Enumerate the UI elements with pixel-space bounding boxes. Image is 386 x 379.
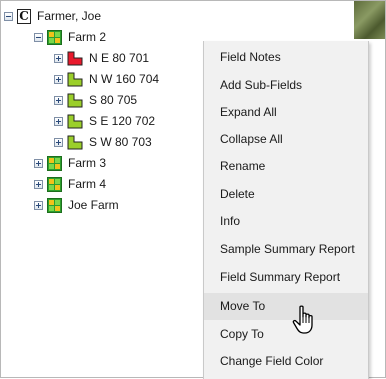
expand-toggle-icon[interactable] [54,95,63,105]
farm-label[interactable]: Farm 2 [66,29,108,45]
expand-toggle-icon[interactable] [34,179,43,189]
hand-pointer-icon [292,305,313,334]
context-menu: Field Notes Add Sub-Fields Expand All Co… [203,41,369,379]
farm-label[interactable]: Farm 3 [66,155,108,171]
menu-item-info[interactable]: Info [204,208,368,235]
menu-item-change-field-color[interactable]: Change Field Color [204,348,368,375]
expand-toggle-icon[interactable] [34,158,43,168]
tree-node-field[interactable]: S W 80 703 [54,132,154,152]
menu-item-rename[interactable]: Rename [204,153,368,180]
expand-toggle-icon[interactable] [54,74,63,84]
field-polygon-icon [67,72,83,86]
expand-toggle-icon[interactable] [54,116,63,126]
tree-node-customer[interactable]: C Farmer, Joe [4,6,103,26]
tree-node-farm[interactable]: Farm 3 [34,153,108,173]
field-label[interactable]: S W 80 703 [87,134,154,150]
field-tree-panel: C Farmer, Joe Farm 2 N E 80 701 N W 160 … [0,0,386,379]
field-label[interactable]: S E 120 702 [87,113,157,129]
farm-icon [47,155,62,171]
farm-label[interactable]: Joe Farm [66,197,121,213]
customer-c-icon: C [17,8,31,24]
field-label[interactable]: S 80 705 [87,92,139,108]
field-polygon-icon [67,114,83,128]
menu-item-copy-to[interactable]: Copy To [204,321,368,348]
field-polygon-icon [67,135,83,149]
menu-item-expand-all[interactable]: Expand All [204,99,368,126]
expand-toggle-icon[interactable] [54,137,63,147]
tree-node-farm[interactable]: Farm 2 [34,27,108,47]
expand-toggle-icon[interactable] [34,200,43,210]
farm-label[interactable]: Farm 4 [66,176,108,192]
tree-node-field[interactable]: N W 160 704 [54,69,161,89]
menu-item-move-to[interactable]: Move To [204,293,368,320]
farm-icon [47,176,62,192]
collapse-toggle-icon[interactable] [34,32,43,42]
field-polygon-icon [67,93,83,107]
farm-icon [47,29,62,45]
menu-item-add-sub-fields[interactable]: Add Sub-Fields [204,72,368,99]
farm-icon [47,197,62,213]
tree-node-field[interactable]: N E 80 701 [54,48,151,68]
customer-label[interactable]: Farmer, Joe [35,8,103,24]
menu-item-delete[interactable]: Delete [204,181,368,208]
menu-item-field-summary-report[interactable]: Field Summary Report [204,264,368,291]
menu-item-sample-summary-report[interactable]: Sample Summary Report [204,236,368,263]
field-label[interactable]: N E 80 701 [87,50,151,66]
menu-item-collapse-all[interactable]: Collapse All [204,126,368,153]
tree-node-field[interactable]: S E 120 702 [54,111,157,131]
field-polygon-icon [67,51,83,65]
expand-toggle-icon[interactable] [54,53,63,63]
tree-node-farm[interactable]: Farm 4 [34,174,108,194]
tree-node-field[interactable]: S 80 705 [54,90,139,110]
menu-item-field-notes[interactable]: Field Notes [204,44,368,71]
field-label[interactable]: N W 160 704 [87,71,161,87]
collapse-toggle-icon[interactable] [4,11,13,21]
tree-node-farm[interactable]: Joe Farm [34,195,121,215]
